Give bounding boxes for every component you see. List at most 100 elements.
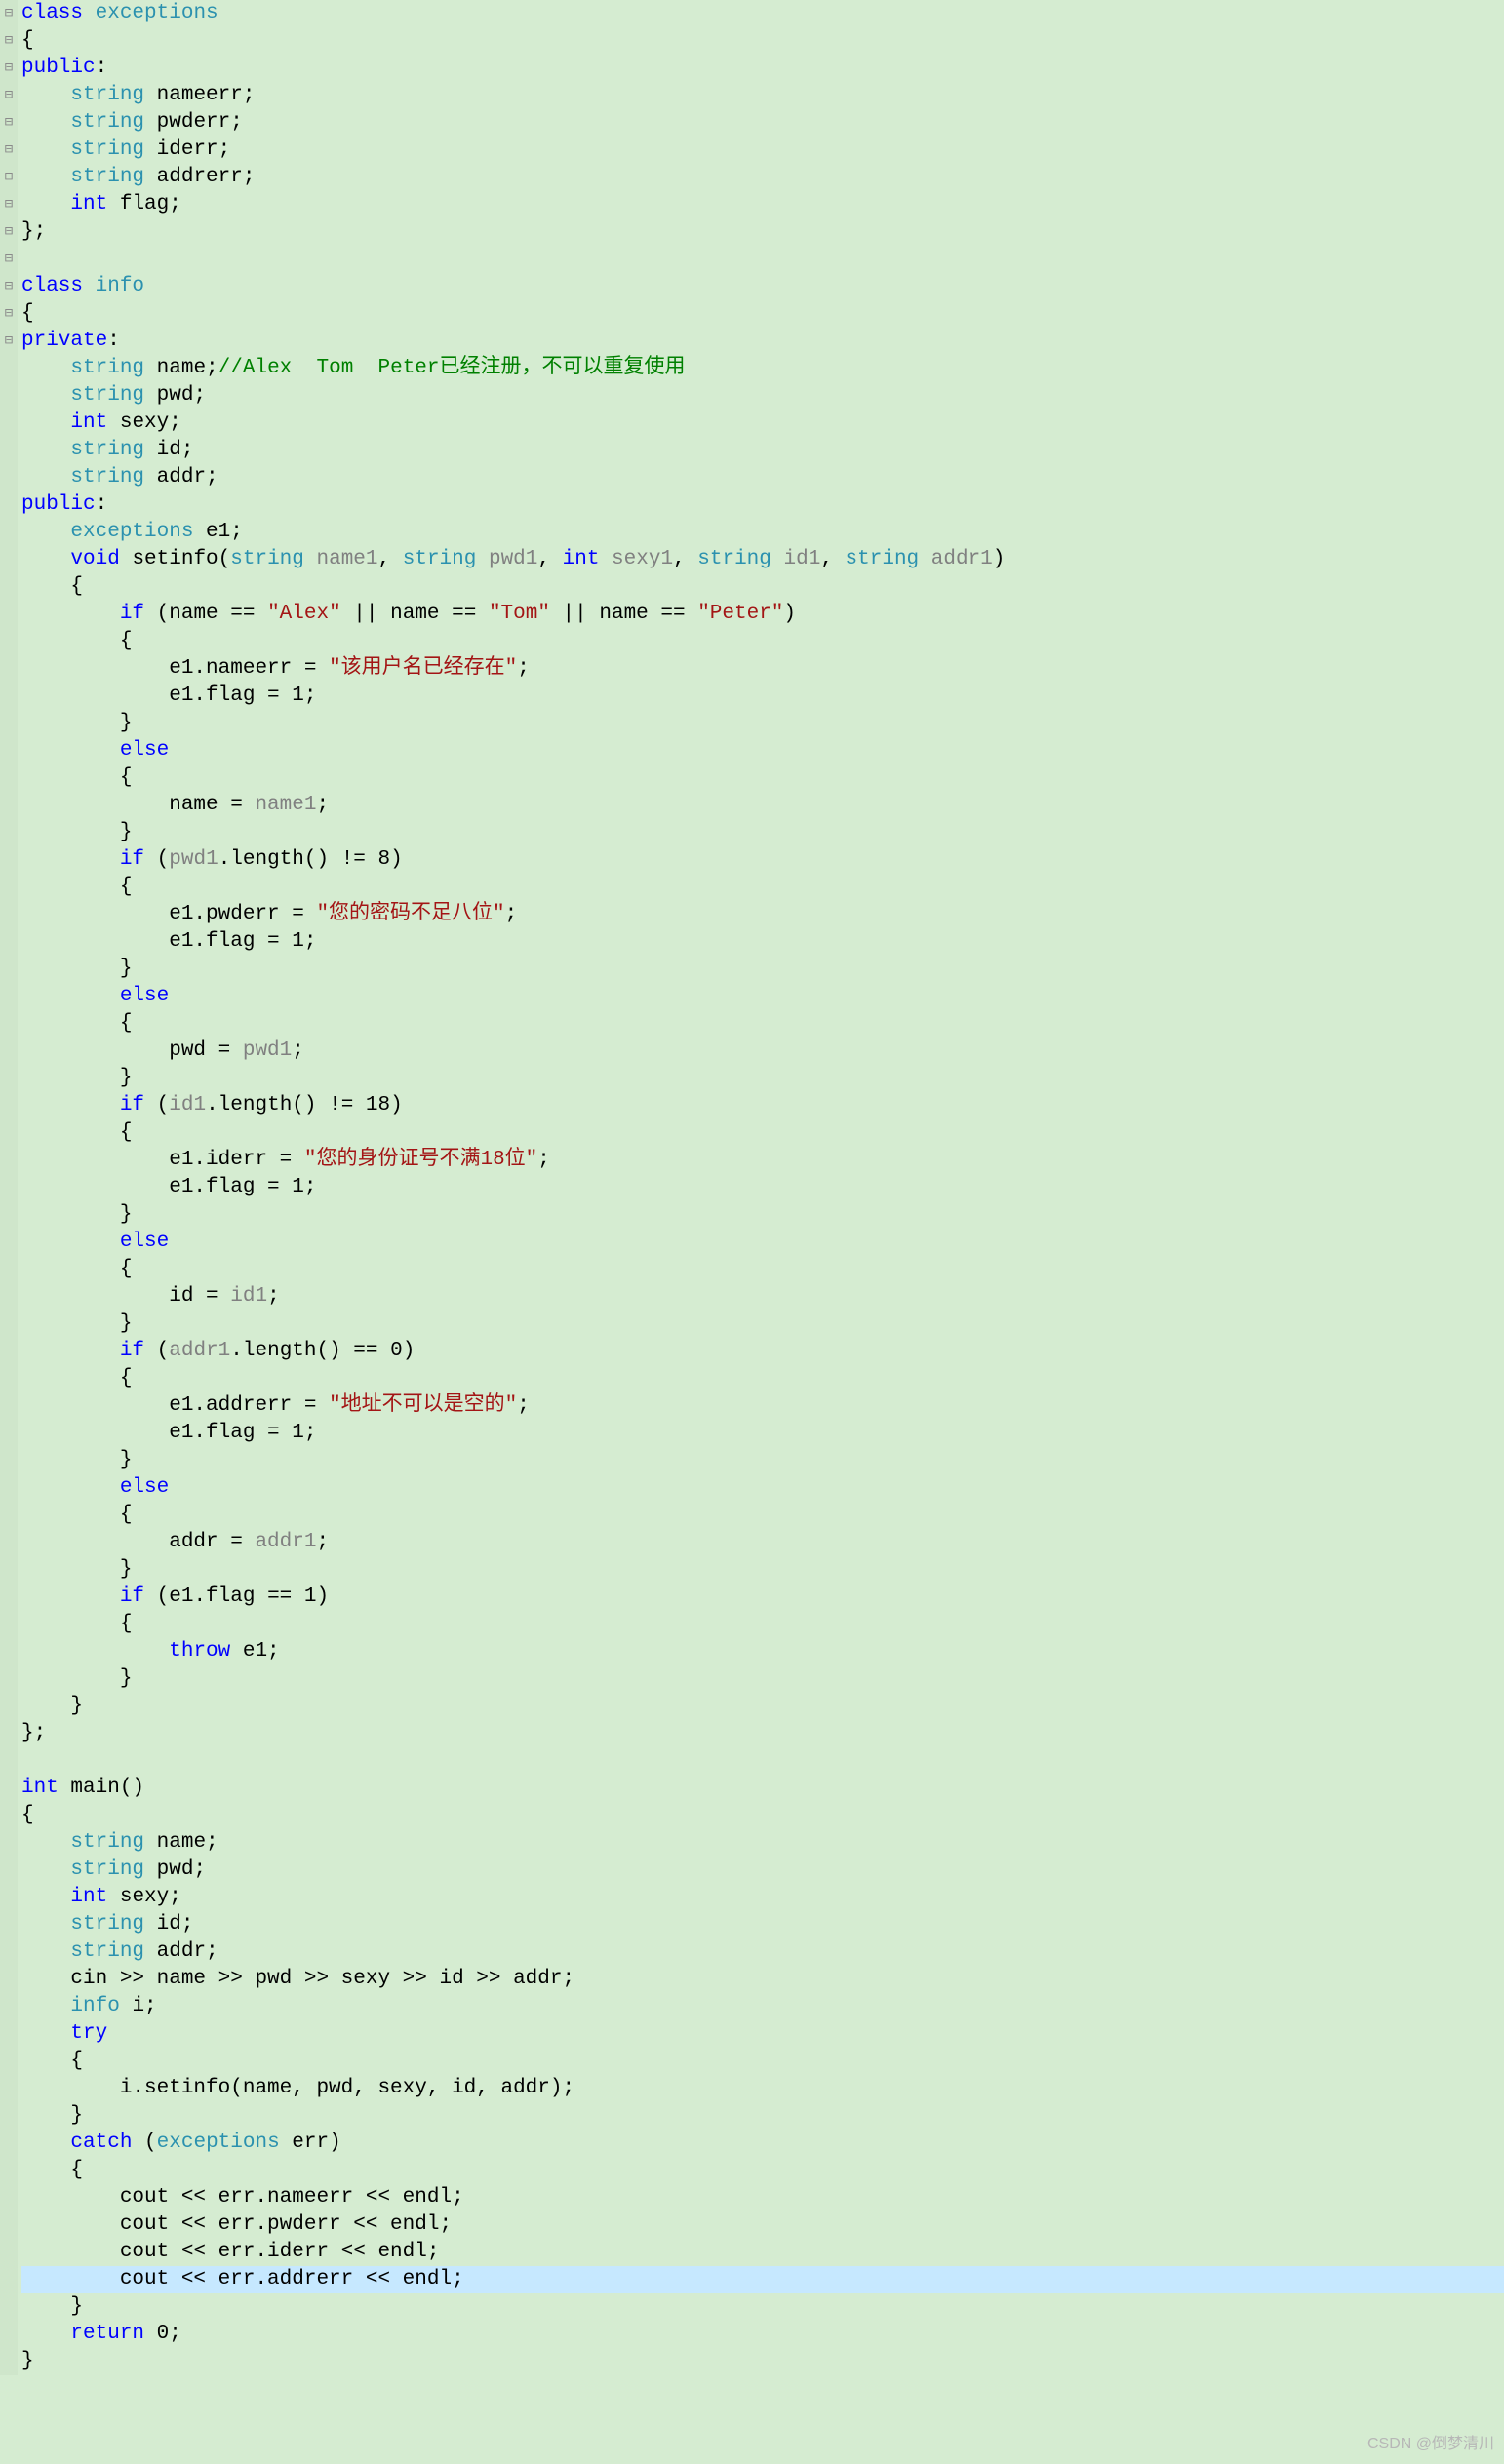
code-line[interactable]: else bbox=[21, 1229, 1504, 1256]
code-line[interactable]: e1.addrerr = "地址不可以是空的"; bbox=[21, 1392, 1504, 1420]
code-line[interactable]: } bbox=[21, 710, 1504, 737]
code-line[interactable]: if (e1.flag == 1) bbox=[21, 1584, 1504, 1611]
code-line[interactable]: catch (exceptions err) bbox=[21, 2130, 1504, 2157]
code-line[interactable]: }; bbox=[21, 218, 1504, 246]
code-line[interactable]: { bbox=[21, 2048, 1504, 2075]
code-token: catch bbox=[70, 2132, 132, 2154]
code-line[interactable]: public: bbox=[21, 491, 1504, 519]
code-line[interactable]: name = name1; bbox=[21, 792, 1504, 819]
code-token: { bbox=[21, 876, 132, 898]
code-token bbox=[21, 1913, 70, 1936]
code-line[interactable] bbox=[21, 1747, 1504, 1775]
code-line[interactable]: cin >> name >> pwd >> sexy >> id >> addr… bbox=[21, 1966, 1504, 1993]
code-line[interactable]: string id; bbox=[21, 1911, 1504, 1938]
code-line[interactable]: { bbox=[21, 573, 1504, 601]
code-line[interactable]: { bbox=[21, 1802, 1504, 1829]
code-line[interactable]: string pwd; bbox=[21, 1857, 1504, 1884]
code-line[interactable]: e1.nameerr = "该用户名已经存在"; bbox=[21, 655, 1504, 683]
code-line[interactable]: { bbox=[21, 764, 1504, 792]
code-line[interactable]: throw e1; bbox=[21, 1638, 1504, 1665]
code-line[interactable]: cout << err.iderr << endl; bbox=[21, 2239, 1504, 2266]
code-line[interactable]: } bbox=[21, 2348, 1504, 2375]
code-token bbox=[83, 2, 96, 24]
code-line[interactable]: public: bbox=[21, 55, 1504, 82]
code-line[interactable]: { bbox=[21, 1010, 1504, 1037]
code-line[interactable]: } bbox=[21, 819, 1504, 846]
code-line[interactable]: else bbox=[21, 737, 1504, 764]
code-line[interactable]: { bbox=[21, 1611, 1504, 1638]
code-line[interactable]: } bbox=[21, 1310, 1504, 1338]
code-line[interactable]: string nameerr; bbox=[21, 82, 1504, 109]
code-line[interactable]: { bbox=[21, 1256, 1504, 1283]
code-line[interactable]: else bbox=[21, 1474, 1504, 1502]
code-line[interactable]: } bbox=[21, 1447, 1504, 1474]
code-line[interactable]: { bbox=[21, 300, 1504, 328]
code-line[interactable]: string pwderr; bbox=[21, 109, 1504, 137]
code-line[interactable]: string name; bbox=[21, 1829, 1504, 1857]
code-line[interactable]: id = id1; bbox=[21, 1283, 1504, 1310]
code-line[interactable]: addr = addr1; bbox=[21, 1529, 1504, 1556]
code-line[interactable]: int main() bbox=[21, 1775, 1504, 1802]
code-token: info bbox=[96, 275, 144, 297]
code-line[interactable]: string name;//Alex Tom Peter已经注册，不可以重复使用 bbox=[21, 355, 1504, 382]
code-line[interactable]: e1.flag = 1; bbox=[21, 928, 1504, 956]
fold-marker: ⊟ bbox=[0, 55, 18, 82]
code-line[interactable]: string pwd; bbox=[21, 382, 1504, 410]
code-area[interactable]: class exceptions{public: string nameerr;… bbox=[18, 0, 1504, 2375]
code-token: ; bbox=[316, 794, 329, 816]
code-line[interactable]: info i; bbox=[21, 1993, 1504, 2020]
code-line[interactable]: class exceptions bbox=[21, 0, 1504, 27]
code-line[interactable]: { bbox=[21, 27, 1504, 55]
code-line[interactable]: string iderr; bbox=[21, 137, 1504, 164]
code-line[interactable]: i.setinfo(name, pwd, sexy, id, addr); bbox=[21, 2075, 1504, 2102]
code-line[interactable]: cout << err.addrerr << endl; bbox=[21, 2266, 1504, 2293]
code-line[interactable]: }; bbox=[21, 1720, 1504, 1747]
code-line[interactable]: e1.iderr = "您的身份证号不满18位"; bbox=[21, 1147, 1504, 1174]
watermark: CSDN @倒梦清川 bbox=[1367, 2431, 1494, 2458]
code-line[interactable]: } bbox=[21, 1665, 1504, 1693]
code-line[interactable]: } bbox=[21, 1556, 1504, 1584]
code-line[interactable]: string id; bbox=[21, 437, 1504, 464]
code-line[interactable]: if (id1.length() != 18) bbox=[21, 1092, 1504, 1119]
code-line[interactable]: e1.pwderr = "您的密码不足八位"; bbox=[21, 901, 1504, 928]
code-line[interactable]: } bbox=[21, 1065, 1504, 1092]
code-line[interactable]: else bbox=[21, 983, 1504, 1010]
code-line[interactable]: e1.flag = 1; bbox=[21, 683, 1504, 710]
code-line[interactable]: cout << err.pwderr << endl; bbox=[21, 2211, 1504, 2239]
code-line[interactable]: { bbox=[21, 1119, 1504, 1147]
code-line[interactable]: { bbox=[21, 1502, 1504, 1529]
code-line[interactable]: { bbox=[21, 874, 1504, 901]
code-line[interactable] bbox=[21, 246, 1504, 273]
code-line[interactable]: if (pwd1.length() != 8) bbox=[21, 846, 1504, 874]
code-line[interactable]: } bbox=[21, 2293, 1504, 2321]
code-line[interactable]: int flag; bbox=[21, 191, 1504, 218]
code-token: .length() != 8) bbox=[218, 848, 403, 871]
code-line[interactable]: } bbox=[21, 1201, 1504, 1229]
code-line[interactable]: pwd = pwd1; bbox=[21, 1037, 1504, 1065]
code-line[interactable]: string addrerr; bbox=[21, 164, 1504, 191]
code-token: { bbox=[21, 575, 83, 598]
code-line[interactable]: string addr; bbox=[21, 1938, 1504, 1966]
code-line[interactable]: } bbox=[21, 2102, 1504, 2130]
code-line[interactable]: int sexy; bbox=[21, 410, 1504, 437]
code-line[interactable]: exceptions e1; bbox=[21, 519, 1504, 546]
code-line[interactable]: } bbox=[21, 956, 1504, 983]
code-line[interactable]: try bbox=[21, 2020, 1504, 2048]
code-line[interactable]: private: bbox=[21, 328, 1504, 355]
code-line[interactable]: { bbox=[21, 1365, 1504, 1392]
code-line[interactable]: int sexy; bbox=[21, 1884, 1504, 1911]
code-token: else bbox=[120, 1476, 169, 1499]
code-token: }; bbox=[21, 1722, 46, 1744]
code-line[interactable]: { bbox=[21, 2157, 1504, 2184]
code-line[interactable]: string addr; bbox=[21, 464, 1504, 491]
code-line[interactable]: } bbox=[21, 1693, 1504, 1720]
code-line[interactable]: e1.flag = 1; bbox=[21, 1420, 1504, 1447]
code-line[interactable]: return 0; bbox=[21, 2321, 1504, 2348]
code-line[interactable]: if (name == "Alex" || name == "Tom" || n… bbox=[21, 601, 1504, 628]
code-line[interactable]: void setinfo(string name1, string pwd1, … bbox=[21, 546, 1504, 573]
code-line[interactable]: e1.flag = 1; bbox=[21, 1174, 1504, 1201]
code-line[interactable]: cout << err.nameerr << endl; bbox=[21, 2184, 1504, 2211]
code-line[interactable]: if (addr1.length() == 0) bbox=[21, 1338, 1504, 1365]
code-line[interactable]: { bbox=[21, 628, 1504, 655]
code-line[interactable]: class info bbox=[21, 273, 1504, 300]
